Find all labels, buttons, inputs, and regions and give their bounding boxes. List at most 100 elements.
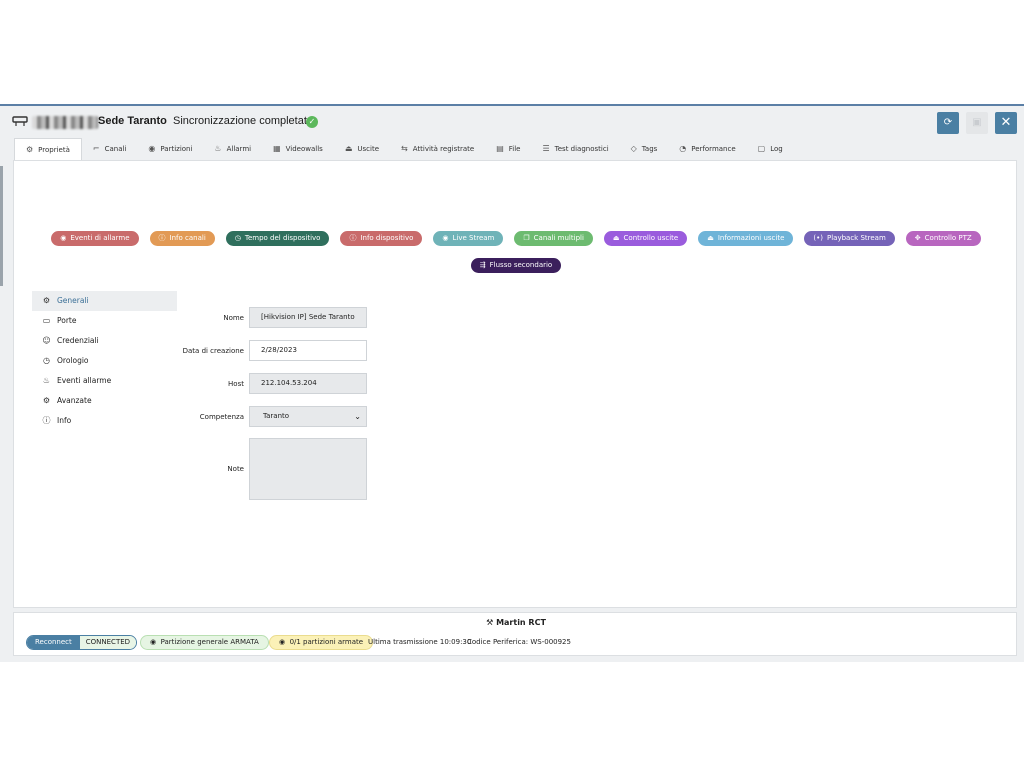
sidebar: ⚙ Generali ▭ Porte ☺ Credenziali ◷ Orologio …	[32, 291, 177, 431]
capability-label: Tempo del dispositivo	[244, 234, 321, 242]
capability-label: Playback Stream	[827, 234, 886, 242]
ports-icon: ▭	[42, 316, 51, 325]
close-icon: ✕	[1000, 115, 1012, 130]
tab-performance[interactable]: ◔ Performance	[668, 138, 746, 160]
form-row-note: Note	[164, 438, 367, 500]
capability-label: Eventi di allarme	[70, 234, 130, 242]
save-icon: ▣	[972, 117, 982, 128]
tab-label: Attività registrate	[412, 145, 475, 153]
tab-label: Test diagnostici	[554, 145, 609, 153]
siren-icon: ♨	[42, 376, 51, 385]
device-code: Codice Periferica: WS-000925	[467, 638, 571, 646]
tab-bar: ⚙ Proprietà ⌐ Canali ◉ Partizioni ♨ Allarmi …	[14, 138, 794, 160]
chevron-down-icon: ⌄	[354, 412, 361, 421]
competenza-select[interactable]: Taranto ⌄	[249, 406, 367, 427]
gear-icon: ⚙	[42, 396, 51, 405]
gear-icon: ⚙	[26, 144, 34, 154]
siren-icon: ♨	[214, 144, 222, 153]
output-icon: ⏏	[707, 234, 714, 242]
eye-icon: ◉	[148, 144, 156, 153]
tab-label: Proprietà	[38, 145, 70, 154]
sidebar-item-avanzate[interactable]: ⚙ Avanzate	[32, 391, 177, 411]
capability-label: Controllo uscite	[623, 234, 679, 242]
capability-label: Flusso secondario	[489, 261, 553, 269]
device-title: Sede Taranto	[98, 115, 167, 127]
form-row-host: Host 212.104.53.204	[164, 373, 367, 394]
sidebar-item-label: Porte	[57, 316, 77, 325]
form-row-competenza: Competenza Taranto ⌄	[164, 406, 367, 427]
nome-field[interactable]: [Hikvision IP] Sede Taranto	[249, 307, 367, 328]
tab-log[interactable]: ▢ Log	[747, 138, 794, 160]
tab-label: Log	[770, 145, 783, 153]
reconnect-button[interactable]: Reconnect	[27, 636, 80, 649]
sidebar-item-label: Credenziali	[57, 336, 99, 345]
sidebar-item-label: Avanzate	[57, 396, 92, 405]
tab-attivita-registrate[interactable]: ⇆ Attività registrate	[390, 138, 485, 160]
capability-badges-row2: ⇶ Flusso secondario	[14, 258, 1018, 273]
capability-badge: ◉ Live Stream	[433, 231, 504, 246]
data-creazione-field[interactable]: 2/28/2023	[249, 340, 367, 361]
tab-test-diagnostici[interactable]: ☰ Test diagnostici	[531, 138, 619, 160]
log-icon: ▢	[757, 144, 766, 153]
move-icon: ✥	[914, 234, 921, 242]
close-button[interactable]: ✕	[995, 112, 1017, 134]
tab-file[interactable]: ▤ File	[485, 138, 531, 160]
playback-icon: (•)	[813, 234, 823, 242]
sidebar-item-credenziali[interactable]: ☺ Credenziali	[32, 331, 177, 351]
history-icon: ⇆	[401, 144, 408, 153]
tab-label: Uscite	[357, 145, 380, 153]
properties-panel: ◉ Eventi di allarme ⓘ Info canali ◷ Tempo del…	[13, 160, 1017, 608]
sidebar-item-label: Eventi allarme	[57, 376, 112, 385]
output-icon: ⏏	[612, 234, 620, 242]
form-row-data: Data di creazione 2/28/2023	[164, 340, 367, 361]
tab-allarmi[interactable]: ♨ Allarmi	[203, 138, 262, 160]
capability-badge: ⏏ Controllo uscite	[603, 231, 688, 246]
connection-control: Reconnect CONNECTED	[26, 635, 138, 650]
last-transmission: Ultima trasmissione 10:09:30	[368, 638, 472, 646]
sidebar-item-label: Generali	[57, 296, 89, 305]
device-icon	[12, 116, 28, 126]
sidebar-item-eventi-allarme[interactable]: ♨ Eventi allarme	[32, 371, 177, 391]
clock-icon: ◷	[234, 234, 241, 242]
tab-canali[interactable]: ⌐ Canali	[82, 138, 138, 160]
sidebar-item-generali[interactable]: ⚙ Generali	[32, 291, 177, 311]
clock-icon: ◷	[43, 356, 50, 365]
scrollbar[interactable]	[0, 166, 3, 286]
host-label: Host	[228, 379, 244, 388]
sidebar-item-label: Orologio	[57, 356, 89, 365]
refresh-icon: ⟳	[943, 117, 953, 128]
tag-icon: ◇	[630, 144, 637, 153]
sidebar-item-info[interactable]: ⓘ Info	[32, 411, 177, 431]
partition-status-badge: ◉ Partizione generale ARMATA	[140, 635, 269, 650]
capability-label: Live Stream	[452, 234, 495, 242]
tab-partizioni[interactable]: ◉ Partizioni	[137, 138, 203, 160]
eye-icon: ◉	[442, 234, 449, 242]
capability-badge: ⇶ Flusso secondario	[470, 258, 562, 273]
note-textarea[interactable]	[249, 438, 367, 500]
sidebar-item-porte[interactable]: ▭ Porte	[32, 311, 177, 331]
owner-label: ⚒ Martin RCT	[14, 618, 1018, 627]
capability-badge: (•) Playback Stream	[804, 231, 895, 246]
tab-tags[interactable]: ◇ Tags	[620, 138, 669, 160]
tab-uscite[interactable]: ⏏ Uscite	[334, 138, 390, 160]
gauge-icon: ◔	[679, 144, 687, 153]
sidebar-item-label: Info	[57, 416, 72, 425]
output-icon: ⏏	[344, 144, 353, 153]
check-icon: ✓	[306, 116, 318, 128]
info-icon: ⓘ	[349, 234, 357, 242]
stream-icon: ⇶	[479, 261, 486, 269]
capability-badge: ⓘ Info canali	[149, 231, 215, 246]
tab-videowalls[interactable]: ▦ Videowalls	[262, 138, 334, 160]
tab-label: Partizioni	[160, 145, 193, 153]
nome-label: Nome	[223, 313, 244, 322]
form-row-nome: Nome [Hikvision IP] Sede Taranto	[164, 307, 367, 328]
sidebar-item-orologio[interactable]: ◷ Orologio	[32, 351, 177, 371]
save-button[interactable]: ▣	[966, 112, 988, 134]
grid-icon: ▦	[273, 144, 281, 153]
capability-badge: ◷ Tempo del dispositivo	[225, 231, 330, 246]
host-field[interactable]: 212.104.53.204	[249, 373, 367, 394]
refresh-button[interactable]: ⟳	[937, 112, 959, 134]
tab-label: Videowalls	[285, 145, 323, 153]
tab-proprieta[interactable]: ⚙ Proprietà	[14, 138, 82, 160]
alarm-icon: ◉	[60, 234, 67, 242]
